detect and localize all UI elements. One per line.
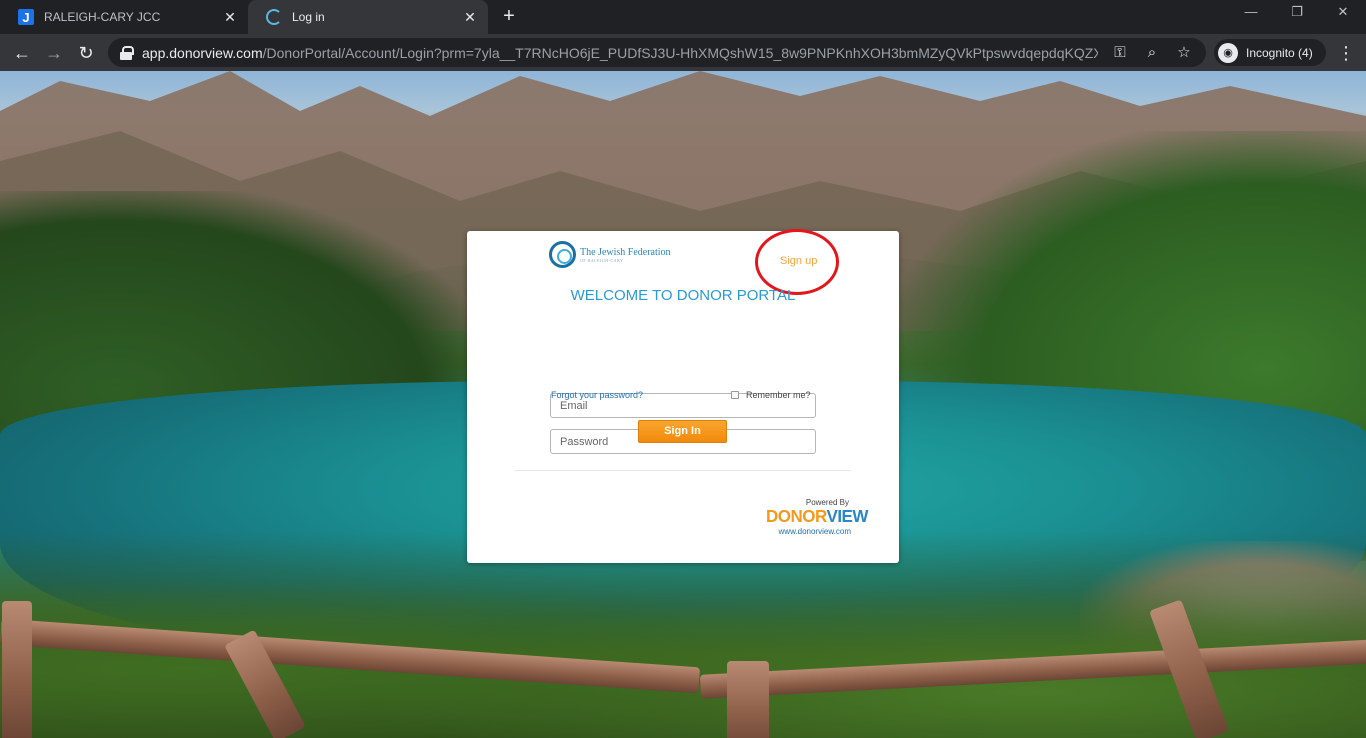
jcc-j-icon: J — [18, 9, 34, 25]
donorview-site-link[interactable]: www.donorview.com — [759, 527, 851, 536]
minimize-icon[interactable]: — — [1228, 4, 1274, 19]
logo-name: The Jewish Federation — [580, 246, 671, 258]
loading-spinner-icon — [266, 9, 282, 25]
tab-title: Log in — [292, 10, 325, 24]
tab-raleigh-cary-jcc[interactable]: J RALEIGH-CARY JCC ✕ — [0, 0, 248, 34]
star-icon[interactable]: ☆ — [1174, 43, 1194, 63]
lock-icon[interactable] — [120, 45, 134, 60]
brand-donor: DONOR — [766, 506, 827, 527]
tab-strip: J RALEIGH-CARY JCC ✕ Log in ✕ + — ❐ ✕ — [0, 0, 1366, 34]
page-title: WELCOME TO DONOR PORTAL — [570, 287, 796, 304]
url-host: app.donorview.com — [142, 44, 263, 61]
close-icon[interactable]: ✕ — [462, 9, 478, 25]
brand-view: VIEW — [826, 506, 868, 527]
page-viewport: The Jewish Federation OF RALEIGH-CARY Si… — [0, 71, 1366, 738]
restore-icon[interactable]: ❐ — [1274, 4, 1320, 20]
divider — [515, 470, 851, 471]
forgot-password-link[interactable]: Forgot your password? — [551, 390, 643, 400]
logo-subtitle: OF RALEIGH-CARY — [580, 257, 624, 263]
fence-post — [727, 661, 769, 738]
kebab-menu-icon[interactable]: ⋮ — [1336, 41, 1356, 65]
incognito-profile-button[interactable]: ◉ Incognito (4) — [1214, 39, 1326, 66]
incognito-label: Incognito (4) — [1246, 45, 1313, 60]
back-arrow-icon[interactable]: ← — [10, 41, 34, 65]
sign-in-button[interactable]: Sign In — [638, 420, 727, 443]
donorview-logo: DONORVIEW — [766, 507, 868, 528]
window-close-icon[interactable]: ✕ — [1320, 4, 1366, 20]
fence-post — [2, 601, 32, 738]
remember-me-label: Remember me? — [746, 390, 811, 400]
login-card: The Jewish Federation OF RALEIGH-CARY Si… — [467, 229, 899, 563]
address-bar[interactable]: app.donorview.com/DonorPortal/Account/Lo… — [108, 38, 1206, 67]
logo-text: The Jewish Federation OF RALEIGH-CARY — [580, 247, 671, 263]
remember-me[interactable]: Remember me? — [731, 390, 811, 400]
browser-toolbar: ← → ↻ app.donorview.com/DonorPortal/Acco… — [0, 34, 1366, 71]
incognito-icon: ◉ — [1218, 42, 1238, 63]
menorah-logo-icon — [549, 241, 576, 268]
federation-logo: The Jewish Federation OF RALEIGH-CARY — [549, 241, 671, 268]
tab-log-in[interactable]: Log in ✕ — [248, 0, 488, 34]
reload-icon[interactable]: ↻ — [74, 41, 98, 65]
url-path: /DonorPortal/Account/Login?prm=7yla__T7R… — [262, 44, 1098, 61]
close-icon[interactable]: ✕ — [222, 9, 238, 25]
forward-arrow-icon[interactable]: → — [42, 41, 66, 65]
remember-me-checkbox[interactable] — [731, 391, 739, 399]
new-tab-icon[interactable]: + — [498, 6, 520, 28]
key-icon[interactable]: ⚿ — [1110, 43, 1130, 63]
tab-title: RALEIGH-CARY JCC — [44, 10, 161, 24]
url-text[interactable]: app.donorview.com/DonorPortal/Account/Lo… — [142, 45, 1098, 61]
annotation-circle — [755, 229, 839, 295]
zoom-icon[interactable]: ⌕ — [1142, 43, 1162, 63]
